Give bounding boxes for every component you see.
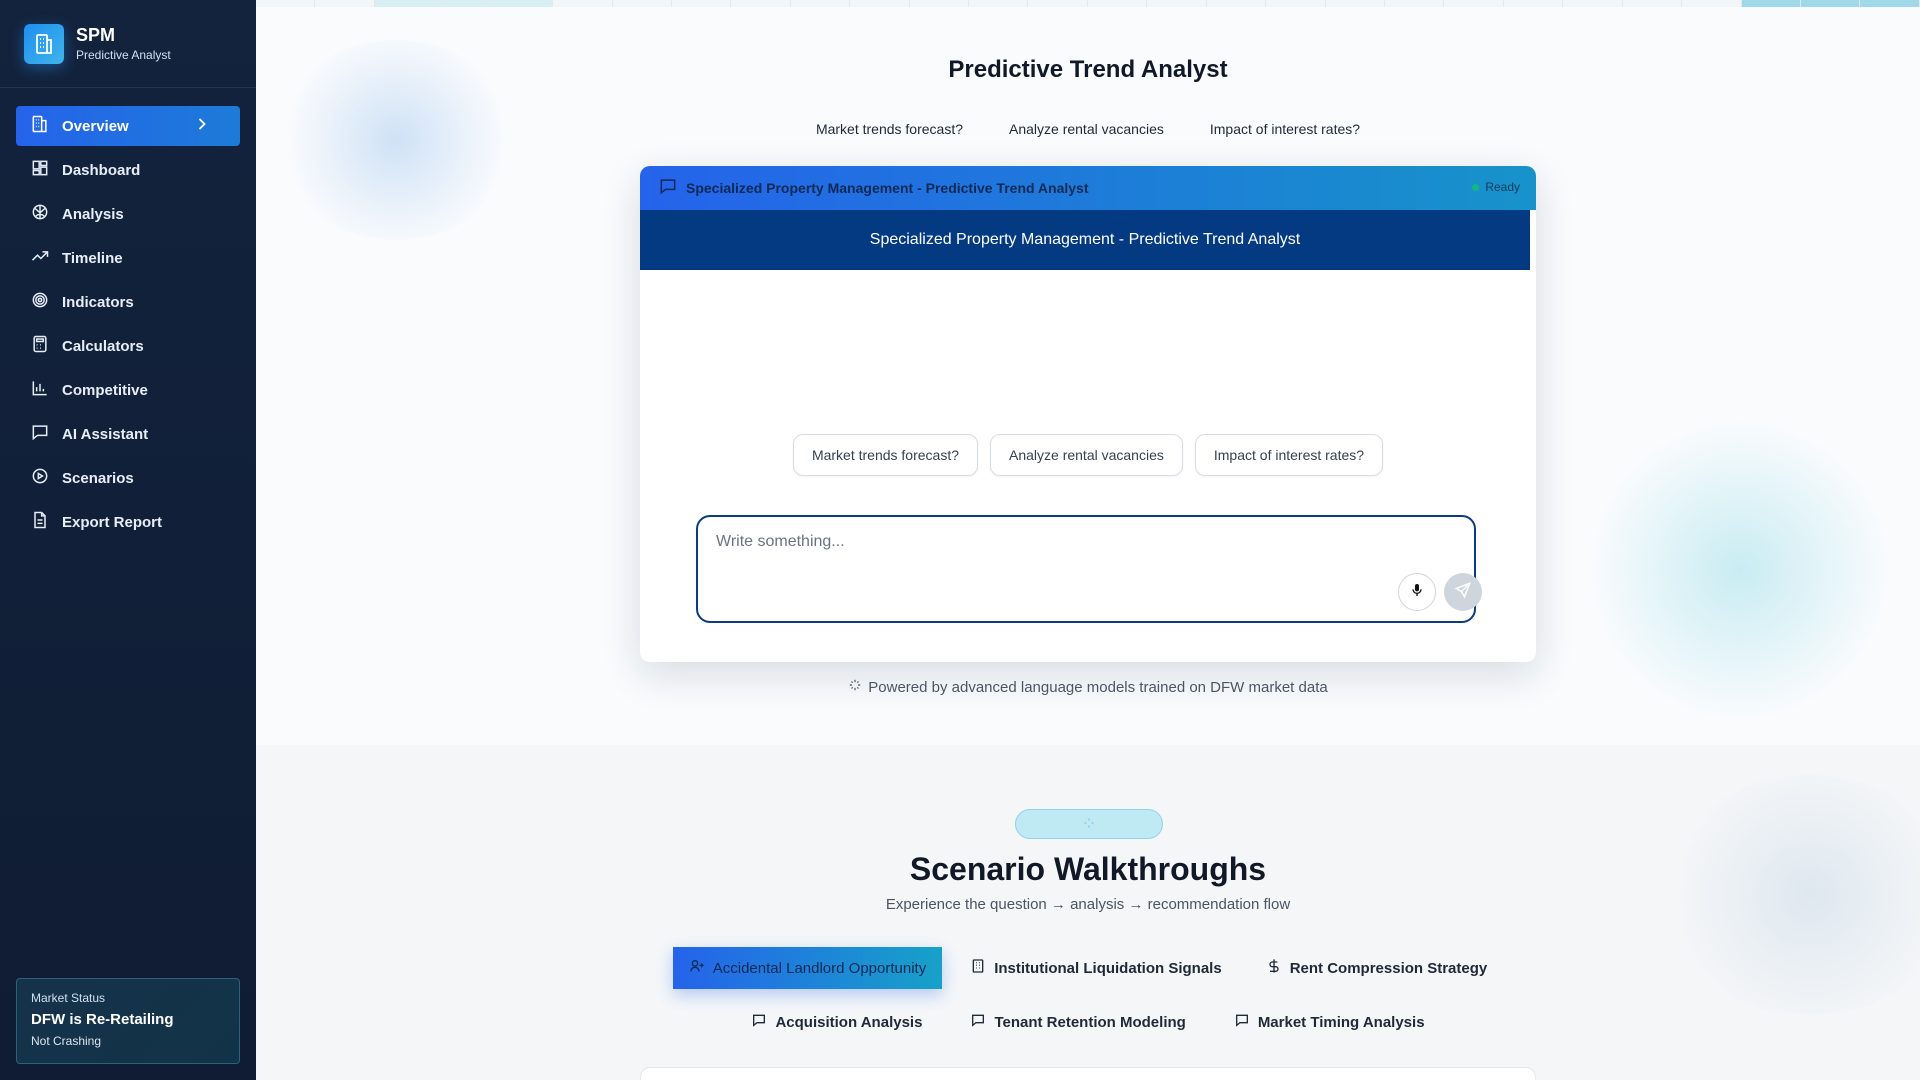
sidebar-item-scenarios[interactable]: Scenarios	[16, 458, 240, 498]
sidebar-item-overview[interactable]: Overview	[16, 106, 240, 146]
tab-tenant-retention[interactable]: Tenant Retention Modeling	[954, 1001, 1201, 1043]
tab-label: Market Timing Analysis	[1257, 1013, 1425, 1031]
chat-input-box	[696, 515, 1482, 623]
building-icon	[970, 958, 986, 978]
status-dot-icon	[1472, 183, 1480, 191]
target-icon	[30, 290, 62, 314]
sidebar-item-label: Scenarios	[62, 469, 134, 487]
bar-chart-icon	[30, 378, 62, 402]
suggestion-chip[interactable]: Analyze rental vacancies	[990, 434, 1183, 476]
sidebar-item-label: Timeline	[62, 249, 123, 267]
sidebar-item-label: Export Report	[62, 513, 163, 531]
background-glow	[1590, 420, 1890, 720]
tab-accidental-landlord[interactable]: Accidental Landlord Opportunity	[672, 947, 943, 989]
section-subtitle: Experience the question → analysis → rec…	[885, 896, 1291, 913]
sparkle-icon	[1083, 817, 1095, 832]
sidebar-item-dashboard[interactable]: Dashboard	[16, 150, 240, 190]
chat-input[interactable]	[716, 533, 1416, 551]
dollar-icon	[1266, 958, 1282, 978]
brand[interactable]: SPM Predictive Analyst	[0, 0, 256, 88]
play-icon	[30, 466, 62, 490]
tab-label: Institutional Liquidation Signals	[994, 959, 1222, 977]
sidebar-item-indicators[interactable]: Indicators	[16, 282, 240, 322]
market-status-label: Market Status	[31, 991, 106, 1005]
sidebar-item-competitive[interactable]: Competitive	[16, 370, 240, 410]
sidebar-item-ai-assistant[interactable]: AI Assistant	[16, 414, 240, 454]
suggestion-chip[interactable]: Market trends forecast?	[792, 434, 978, 476]
chat-header-title: Specialized Property Management - Predic…	[686, 180, 1089, 196]
tab-market-timing[interactable]: Market Timing Analysis	[1218, 1001, 1441, 1043]
sidebar-item-calculators[interactable]: Calculators	[16, 326, 240, 366]
microphone-button[interactable]	[1398, 573, 1436, 611]
chat-icon	[1234, 1012, 1250, 1032]
sidebar-item-analysis[interactable]: Analysis	[16, 194, 240, 234]
tab-institutional-liquidation[interactable]: Institutional Liquidation Signals	[954, 947, 1238, 989]
building-icon	[30, 114, 62, 138]
document-icon	[30, 510, 62, 534]
tab-acquisition-analysis[interactable]: Acquisition Analysis	[735, 1001, 938, 1043]
section-badge	[1015, 809, 1163, 839]
tab-label: Acquisition Analysis	[775, 1013, 923, 1031]
suggestion-chips: Market trends forecast? Analyze rental v…	[640, 434, 1536, 476]
sidebar-item-label: AI Assistant	[62, 425, 149, 443]
scenarios-section: Scenario Walkthroughs Experience the que…	[256, 745, 1920, 1080]
microphone-icon	[1409, 582, 1425, 603]
send-icon	[1454, 581, 1472, 604]
chat-icon	[970, 1012, 986, 1032]
chat-banner: Specialized Property Management - Predic…	[640, 210, 1530, 270]
scenario-card	[640, 1067, 1536, 1080]
status-badge: Ready	[1472, 180, 1520, 194]
market-status-card: Market Status DFW is Re-Retailing Not Cr…	[16, 978, 240, 1064]
suggestion-chip[interactable]: Impact of interest rates?	[1194, 434, 1384, 476]
chevron-right-icon	[192, 114, 224, 138]
sidebar-item-export-report[interactable]: Export Report	[16, 502, 240, 542]
tab-label: Accidental Landlord Opportunity	[712, 959, 927, 977]
sidebar-item-label: Analysis	[62, 205, 124, 223]
sidebar-item-label: Indicators	[62, 293, 134, 311]
status-label: Ready	[1485, 180, 1520, 194]
sidebar: SPM Predictive Analyst Overview Dashboar…	[0, 0, 256, 1080]
market-status-value: DFW is Re-Retailing	[31, 1011, 174, 1028]
main-content: Predictive Trend Analyst Market trends f…	[256, 0, 1920, 1080]
brand-subtitle: Predictive Analyst	[76, 48, 171, 62]
hero-section: Predictive Trend Analyst Market trends f…	[256, 0, 1920, 745]
top-progress-strip	[256, 0, 1920, 7]
scenario-tabs-secondary: Acquisition Analysis Tenant Retention Mo…	[256, 1001, 1920, 1043]
sidebar-item-label: Calculators	[62, 337, 144, 355]
tab-label: Rent Compression Strategy	[1289, 959, 1488, 977]
brand-title: SPM	[76, 25, 116, 45]
quick-link[interactable]: Impact of interest rates?	[1210, 121, 1360, 137]
send-button[interactable]	[1444, 573, 1482, 611]
page-title: Predictive Trend Analyst	[948, 56, 1228, 83]
section-title: Scenario Walkthroughs	[909, 851, 1267, 887]
sidebar-nav: Overview Dashboard Analysis Timeline Ind…	[0, 88, 256, 542]
market-status-sub: Not Crashing	[31, 1034, 102, 1048]
calculator-icon	[30, 334, 62, 358]
tab-label: Tenant Retention Modeling	[994, 1013, 1186, 1031]
chat-header: Specialized Property Management - Predic…	[640, 166, 1536, 210]
chat-icon	[658, 176, 678, 201]
sidebar-item-timeline[interactable]: Timeline	[16, 238, 240, 278]
chat-widget: Specialized Property Management - Predic…	[640, 166, 1536, 662]
sparkle-icon	[848, 678, 862, 696]
sidebar-item-label: Dashboard	[62, 161, 141, 179]
quick-link[interactable]: Analyze rental vacancies	[1009, 121, 1164, 137]
sidebar-item-label: Competitive	[62, 381, 148, 399]
trend-up-icon	[30, 246, 62, 270]
building-logo-icon	[24, 23, 64, 64]
quick-links: Market trends forecast? Analyze rental v…	[256, 121, 1920, 137]
brain-icon	[30, 202, 62, 226]
sidebar-item-label: Overview	[62, 117, 129, 135]
scenario-tabs: Accidental Landlord Opportunity Institut…	[256, 947, 1920, 989]
powered-by-note: Powered by advanced language models trai…	[256, 678, 1920, 696]
user-plus-icon	[689, 958, 705, 978]
chat-icon	[751, 1012, 767, 1032]
powered-by-text: Powered by advanced language models trai…	[868, 678, 1328, 696]
quick-link[interactable]: Market trends forecast?	[816, 121, 963, 137]
grid-icon	[30, 158, 62, 182]
chat-icon	[30, 422, 62, 446]
tab-rent-compression[interactable]: Rent Compression Strategy	[1250, 947, 1504, 989]
